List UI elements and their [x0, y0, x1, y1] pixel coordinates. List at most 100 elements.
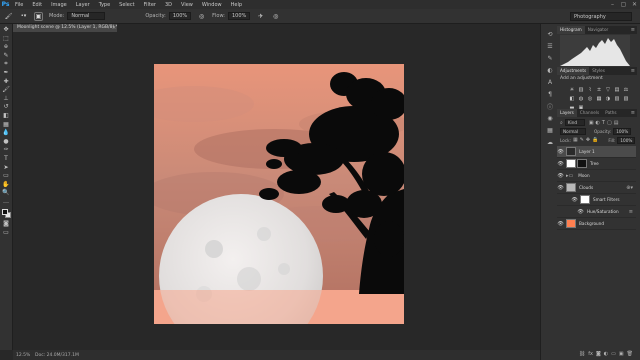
minimize-button[interactable]: – — [607, 0, 618, 9]
character-panel-icon[interactable]: A — [545, 78, 555, 87]
layer-row[interactable]: 👁 ▸▭ Moon — [557, 170, 636, 182]
lock-pixels-icon[interactable]: ✎ — [580, 137, 584, 143]
workspace-select[interactable]: Photography — [570, 12, 632, 21]
layer-mask-thumbnail[interactable] — [577, 159, 587, 168]
layer-name[interactable]: Smart Filters — [593, 197, 620, 202]
healing-brush-tool-icon[interactable]: ✚ — [1, 78, 12, 86]
menu-type[interactable]: Type — [95, 2, 115, 8]
panel-menu-icon[interactable]: ≡ — [631, 110, 637, 116]
close-button[interactable]: ✕ — [629, 0, 640, 9]
zoom-tool-icon[interactable]: 🔍 — [1, 189, 12, 197]
lock-position-icon[interactable]: ✥ — [586, 137, 590, 143]
new-group-icon[interactable]: ▭ — [611, 351, 616, 357]
paragraph-panel-icon[interactable]: ¶ — [545, 90, 555, 99]
filter-shape-icon[interactable]: ▢ — [607, 120, 612, 126]
quick-select-tool-icon[interactable]: ✎ — [1, 52, 12, 60]
blur-tool-icon[interactable]: 💧 — [1, 129, 12, 137]
brush-preset-icon[interactable]: •▾ — [19, 12, 28, 21]
visibility-eye-icon[interactable]: 👁 — [557, 221, 564, 227]
black-white-icon[interactable]: ◧ — [568, 95, 576, 102]
layer-name[interactable]: Clouds — [579, 185, 593, 190]
move-tool-icon[interactable]: ✥ — [1, 26, 12, 34]
gradient-tool-icon[interactable]: ▦ — [1, 121, 12, 129]
menu-select[interactable]: Select — [115, 2, 139, 8]
opacity-input[interactable]: 100% — [168, 12, 192, 20]
pressure-opacity-icon[interactable]: ◎ — [197, 12, 206, 21]
layer-fill-input[interactable]: 100% — [617, 136, 636, 144]
layer-opacity-input[interactable]: 100% — [613, 128, 632, 135]
group-folder-icon[interactable]: ▸▭ — [566, 173, 573, 179]
threshold-icon[interactable]: ▨ — [622, 95, 630, 102]
mode-select[interactable]: Normal — [67, 12, 106, 20]
tab-styles[interactable]: Styles — [589, 67, 608, 75]
history-brush-tool-icon[interactable]: ↺ — [1, 103, 12, 111]
layer-style-icon[interactable]: fx — [588, 351, 593, 357]
menu-file[interactable]: File — [11, 2, 28, 8]
document-canvas[interactable] — [154, 64, 404, 324]
tab-layers[interactable]: Layers — [557, 109, 577, 117]
eyedropper-tool-icon[interactable]: ✒ — [1, 69, 12, 77]
hand-tool-icon[interactable]: ✋ — [1, 181, 12, 189]
filter-mask-thumbnail[interactable] — [580, 195, 590, 204]
lock-all-icon[interactable]: 🔒 — [592, 137, 598, 143]
screen-mode-icon[interactable]: ▭ — [1, 229, 12, 237]
menu-view[interactable]: View — [177, 2, 198, 8]
tab-channels[interactable]: Channels — [577, 109, 602, 117]
menu-help[interactable]: Help — [227, 2, 247, 8]
brush-tool-icon[interactable]: 🖌 — [1, 86, 12, 94]
panel-menu-icon[interactable]: ≡ — [631, 27, 637, 33]
tab-adjustments[interactable]: Adjustments — [557, 67, 590, 75]
eraser-tool-icon[interactable]: ◧ — [1, 112, 12, 120]
close-document-icon[interactable]: ✕ — [110, 24, 118, 32]
visibility-eye-icon[interactable]: 👁 — [571, 197, 578, 203]
brightness-contrast-icon[interactable]: ☀ — [568, 86, 576, 93]
lock-transparent-icon[interactable]: ▦ — [573, 137, 578, 143]
pen-tool-icon[interactable]: ✑ — [1, 146, 12, 154]
photo-filter-icon[interactable]: ◍ — [577, 95, 585, 102]
visibility-eye-icon[interactable]: 👁 — [557, 149, 564, 155]
properties-panel-icon[interactable]: ☰ — [545, 42, 555, 51]
brush-tool-icon[interactable]: 🖌 — [4, 12, 13, 21]
dodge-tool-icon[interactable]: ● — [1, 138, 12, 146]
delete-layer-icon[interactable]: 🗑 — [627, 351, 633, 357]
tab-navigator[interactable]: Navigator — [585, 26, 612, 34]
info-panel-icon[interactable]: ⓘ — [545, 102, 555, 111]
visibility-eye-icon[interactable]: 👁 — [557, 173, 564, 179]
quick-mask-icon[interactable]: ◙ — [1, 220, 12, 228]
layer-name[interactable]: Moon — [578, 173, 589, 178]
layer-row[interactable]: 👁 Hue/Saturation ≡ — [557, 206, 636, 218]
visibility-eye-icon[interactable]: 👁 — [577, 209, 584, 215]
curves-icon[interactable]: ⌇ — [586, 86, 594, 93]
filter-type-icon[interactable]: T — [602, 120, 605, 126]
flow-input[interactable]: 100% — [228, 12, 251, 20]
layer-name[interactable]: Layer 1 — [579, 149, 595, 154]
layer-name[interactable]: Background — [579, 221, 604, 226]
channel-mixer-icon[interactable]: ◎ — [586, 95, 594, 102]
maximize-button[interactable]: ▢ — [618, 0, 629, 9]
marquee-tool-icon[interactable]: ⬚ — [1, 35, 12, 43]
levels-icon[interactable]: ▥ — [577, 86, 585, 93]
menu-window[interactable]: Window — [198, 2, 227, 8]
visibility-eye-icon[interactable]: 👁 — [557, 161, 564, 167]
menu-filter[interactable]: Filter — [140, 2, 161, 8]
color-panel-icon[interactable]: ◉ — [545, 114, 555, 123]
libraries-panel-icon[interactable]: ☁ — [545, 138, 555, 147]
hue-saturation-icon[interactable]: ▤ — [613, 86, 621, 93]
zoom-level[interactable]: 12.5% — [13, 353, 33, 358]
history-panel-icon[interactable]: ⟲ — [545, 30, 555, 39]
menu-layer[interactable]: Layer — [72, 2, 95, 8]
path-selection-tool-icon[interactable]: ➤ — [1, 164, 12, 172]
menu-3d[interactable]: 3D — [161, 2, 177, 8]
filter-smart-object-icon[interactable]: ▤ — [614, 120, 619, 126]
color-balance-icon[interactable]: ⚖ — [622, 86, 630, 93]
posterize-icon[interactable]: ▧ — [613, 95, 621, 102]
brush-panel-icon[interactable]: ✎ — [545, 54, 555, 63]
layer-row[interactable]: 👁 Layer 1 — [557, 146, 636, 158]
menu-edit[interactable]: Edit — [28, 2, 47, 8]
clone-stamp-tool-icon[interactable]: ⊥ — [1, 95, 12, 103]
layer-row[interactable]: 👁 Tree — [557, 158, 636, 170]
toggle-brush-panel-icon[interactable]: ▣ — [34, 11, 43, 21]
menu-image[interactable]: Image — [47, 2, 72, 8]
layer-name[interactable]: Tree — [590, 161, 599, 166]
swatches-panel-icon[interactable]: ▦ — [545, 126, 555, 135]
